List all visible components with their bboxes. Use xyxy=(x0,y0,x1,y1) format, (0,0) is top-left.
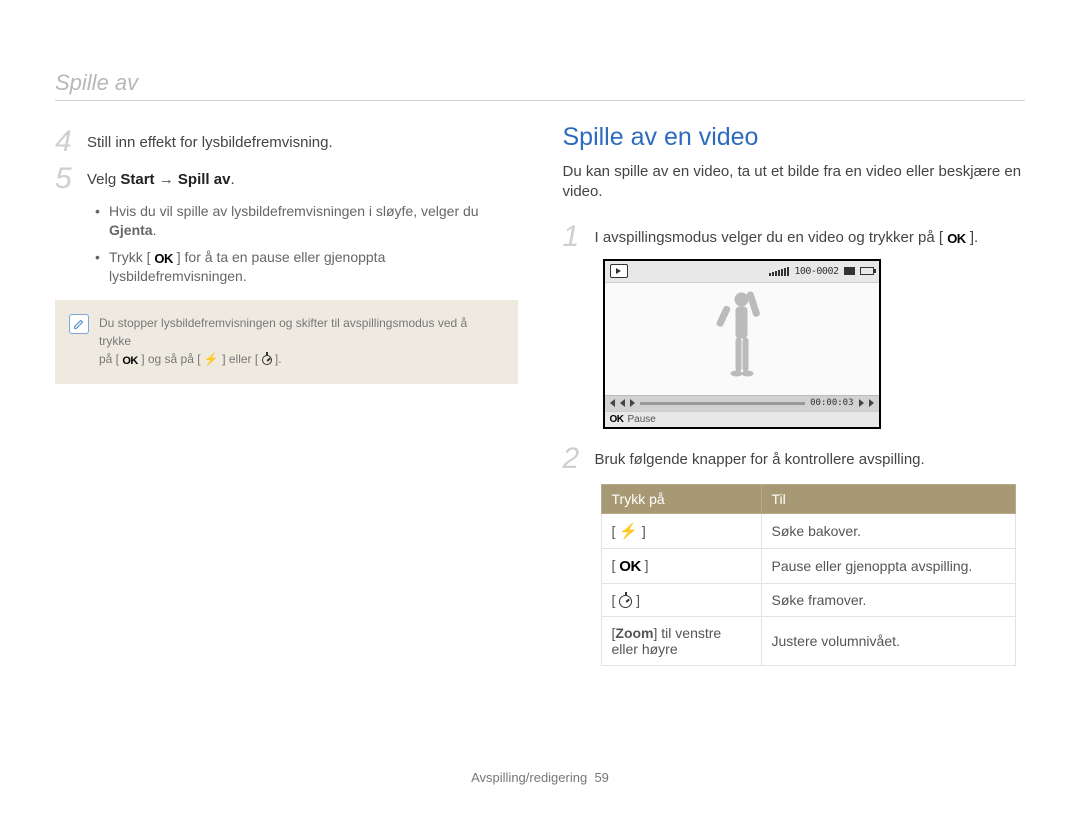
step-number: 1 xyxy=(563,221,583,253)
text-segment: ] og så på [ xyxy=(138,352,204,366)
text-segment: Velg xyxy=(87,171,120,188)
step-text: Still inn effekt for lysbildefremvisning… xyxy=(87,134,333,151)
hint-text: Pause xyxy=(628,414,656,425)
ok-icon: OK xyxy=(610,414,624,425)
text-segment: ]. xyxy=(272,352,282,366)
play-icon xyxy=(630,399,635,407)
header-divider xyxy=(55,100,1025,101)
table-row: [ ] Søke framover. xyxy=(601,584,1015,617)
page-number: 59 xyxy=(594,770,608,785)
table-header-action: Til xyxy=(761,485,1015,514)
cell-action: Pause eller gjenoppta avspilling. xyxy=(761,549,1015,584)
table-header-key: Trykk på xyxy=(601,485,761,514)
step-text: Bruk følgende knapper for å kontrollere … xyxy=(595,451,925,468)
forward-icon xyxy=(859,399,864,407)
text-segment: ]. xyxy=(966,229,979,246)
text-segment: Du stopper lysbildefremvisningen og skif… xyxy=(99,316,467,348)
battery-icon xyxy=(860,267,874,275)
step-5: 5 Velg Start → Spill av. xyxy=(55,163,518,195)
label-spill-av: Spill av xyxy=(178,171,231,188)
cell-action: Søke bakover. xyxy=(761,514,1015,549)
intro-text: Du kan spille av en video, ta ut et bild… xyxy=(563,162,1026,201)
cell-key: [Zoom] til venstre eller høyre xyxy=(601,617,761,666)
controls-table: Trykk på Til [ ⚡ ] Søke bakover. [ OK ] … xyxy=(601,484,1026,666)
left-column: 4 Still inn effekt for lysbildefremvisni… xyxy=(55,126,518,750)
rewind-icon xyxy=(620,399,625,407)
camera-screen: 100-0002 xyxy=(603,259,881,429)
cell-action: Søke framover. xyxy=(761,584,1015,617)
ok-icon: OK xyxy=(154,250,173,268)
note-pencil-icon xyxy=(69,314,89,334)
timer-icon xyxy=(619,595,632,608)
table-row: [ ⚡ ] Søke bakover. xyxy=(601,514,1015,549)
flash-icon: ⚡ xyxy=(204,350,219,368)
text-segment: . xyxy=(153,222,157,238)
card-icon xyxy=(844,267,855,275)
rewind-icon xyxy=(610,399,615,407)
step-5-bullets: Hvis du vil spille av lysbildefremvisnin… xyxy=(55,202,518,286)
ok-icon: OK xyxy=(947,231,966,246)
note-text: Du stopper lysbildefremvisningen og skif… xyxy=(99,314,502,370)
step-number: 5 xyxy=(55,163,75,195)
text-segment: ] eller [ xyxy=(219,352,262,366)
screen-statusbar: 100-0002 xyxy=(605,261,879,283)
bullet-item: Hvis du vil spille av lysbildefremvisnin… xyxy=(95,202,518,240)
forward-icon xyxy=(869,399,874,407)
playback-mode-icon xyxy=(610,264,628,278)
footer-section: Avspilling/redigering xyxy=(471,770,587,785)
step-text: Velg Start → Spill av. xyxy=(87,171,235,188)
ok-icon: OK xyxy=(619,558,641,575)
label-start: Start xyxy=(120,171,154,188)
text-segment: Trykk [ xyxy=(109,249,154,265)
cell-key: [ ] xyxy=(601,584,761,617)
page-header: Spille av xyxy=(55,70,1025,96)
screen-hintbar: OK Pause xyxy=(605,411,879,427)
text-segment: Hvis du vil spille av lysbildefremvisnin… xyxy=(109,203,479,219)
note-box: Du stopper lysbildefremvisningen og skif… xyxy=(55,300,518,384)
step-2: 2 Bruk følgende knapper for å kontroller… xyxy=(563,443,1026,475)
cell-key: [ ⚡ ] xyxy=(601,514,761,549)
file-counter: 100-0002 xyxy=(794,266,838,277)
text-segment: I avspillingsmodus velger du en video og… xyxy=(595,229,948,246)
label-zoom: Zoom xyxy=(615,625,653,641)
screen-image-area xyxy=(605,283,879,395)
table-row: [ OK ] Pause eller gjenoppta avspilling. xyxy=(601,549,1015,584)
progress-track xyxy=(640,402,806,405)
table-row: [Zoom] til venstre eller høyre Justere v… xyxy=(601,617,1015,666)
step-1: 1 I avspillingsmodus velger du en video … xyxy=(563,221,1026,253)
arrow: → xyxy=(155,171,178,188)
video-progress-bar: 00:00:03 xyxy=(605,395,879,411)
ok-icon: OK xyxy=(122,353,138,370)
section-title: Spille av en video xyxy=(563,123,1026,152)
step-4: 4 Still inn effekt for lysbildefremvisni… xyxy=(55,126,518,158)
step-number: 4 xyxy=(55,126,75,158)
bullet-item: Trykk [ OK ] for å ta en pause eller gje… xyxy=(95,248,518,286)
step-text: I avspillingsmodus velger du en video og… xyxy=(595,229,979,246)
text-segment: . xyxy=(230,171,234,188)
person-figure xyxy=(714,289,769,379)
timer-icon xyxy=(262,355,272,365)
flash-icon: ⚡ xyxy=(619,522,638,540)
elapsed-time: 00:00:03 xyxy=(810,398,853,408)
label-gjenta: Gjenta xyxy=(109,222,153,238)
content-columns: 4 Still inn effekt for lysbildefremvisni… xyxy=(55,126,1025,750)
signal-icon xyxy=(769,266,789,276)
cell-action: Justere volumnivået. xyxy=(761,617,1015,666)
cell-key: [ OK ] xyxy=(601,549,761,584)
right-column: Spille av en video Du kan spille av en v… xyxy=(563,126,1026,750)
text-segment: på [ xyxy=(99,352,122,366)
step-number: 2 xyxy=(563,443,583,475)
page-footer: Avspilling/redigering 59 xyxy=(55,750,1025,785)
